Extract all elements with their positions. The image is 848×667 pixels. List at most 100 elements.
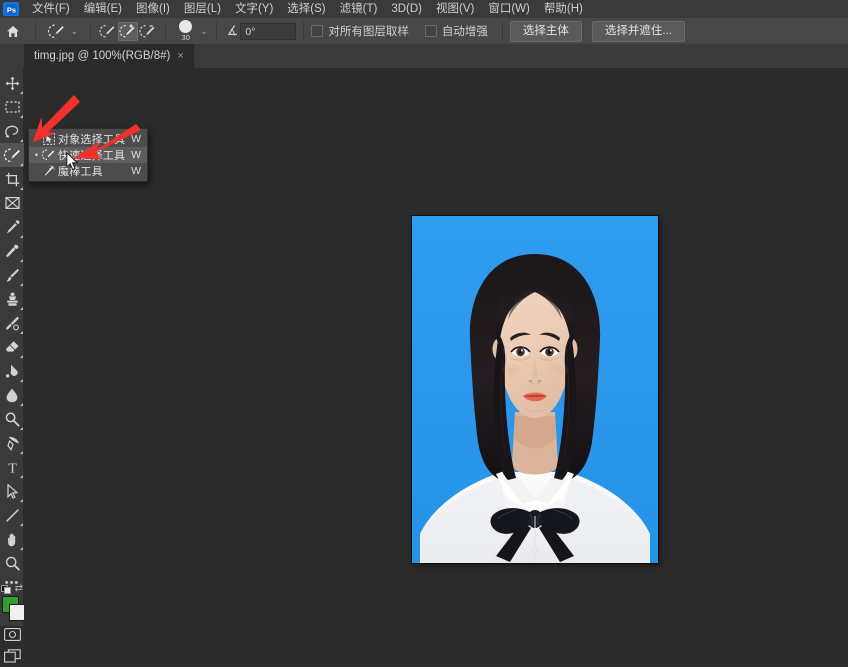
menu-window[interactable]: 窗口(W) — [481, 0, 537, 18]
brush-size-value: 30 — [181, 32, 190, 42]
clone-stamp-tool[interactable] — [0, 287, 24, 311]
sample-all-layers-checkbox[interactable]: 对所有图层取样 — [311, 23, 409, 39]
flyout-quick-selection-tool[interactable]: • 快速选择工具 W — [29, 147, 147, 163]
menu-file[interactable]: 文件(F) — [25, 0, 77, 18]
brush-picker-chevron-icon[interactable]: ⌄ — [199, 27, 210, 36]
tool-group-corner-icon — [19, 138, 23, 142]
flyout-shortcut: W — [131, 165, 141, 177]
tool-group-corner-icon — [19, 402, 23, 406]
chevron-down-icon: ⌄ — [71, 26, 78, 36]
tab-timg-jpg[interactable]: timg.jpg @ 100%(RGB/8#) × — [24, 44, 194, 68]
flyout-label: 对象选择工具 — [58, 134, 126, 146]
id-portrait-photo — [412, 216, 658, 563]
eyedropper-tool[interactable] — [0, 215, 24, 239]
auto-enhance-checkbox[interactable]: 自动增强 — [424, 23, 488, 39]
object-selection-tool-icon — [41, 133, 56, 145]
svg-text:Ps: Ps — [6, 5, 15, 14]
divider — [216, 22, 218, 40]
menu-edit[interactable]: 编辑(E) — [77, 0, 129, 18]
menu-select[interactable]: 选择(S) — [280, 0, 332, 18]
menu-3d[interactable]: 3D(D) — [384, 0, 429, 18]
menu-layer[interactable]: 图层(L) — [177, 0, 228, 18]
rectangular-marquee-tool[interactable] — [0, 95, 24, 119]
quick-selection-tool-icon — [46, 22, 66, 41]
path-selection-tool[interactable] — [0, 479, 24, 503]
close-icon[interactable]: × — [177, 50, 183, 62]
type-tool[interactable]: T — [0, 455, 24, 479]
tool-group-corner-icon — [19, 498, 23, 502]
crop-tool[interactable] — [0, 167, 24, 191]
divider — [501, 22, 503, 40]
blur-tool[interactable] — [0, 383, 24, 407]
tool-group-corner-icon — [19, 426, 23, 430]
tool-group-corner-icon — [19, 378, 23, 382]
tool-group-corner-icon — [19, 282, 23, 286]
divider — [35, 22, 36, 40]
brush-dot-icon — [179, 19, 193, 33]
dodge-tool[interactable] — [0, 407, 24, 431]
pen-tool[interactable] — [0, 431, 24, 455]
tool-group-corner-icon — [19, 162, 23, 166]
tool-group-corner-icon — [19, 450, 23, 454]
menu-view[interactable]: 视图(V) — [429, 0, 481, 18]
document-image[interactable] — [412, 216, 658, 563]
hand-tool[interactable] — [0, 527, 24, 551]
divider — [89, 22, 91, 40]
brush-tool[interactable] — [0, 263, 24, 287]
magic-wand-tool-icon — [41, 165, 56, 177]
document-tab-bar: timg.jpg @ 100%(RGB/8#) × — [0, 44, 848, 69]
menu-bar: Ps 文件(F) 编辑(E) 图像(I) 图层(L) 文字(Y) 选择(S) 滤… — [0, 0, 848, 19]
tools-panel: T ••• ⇄ — [0, 68, 26, 663]
default-background-icon — [4, 587, 11, 594]
select-subject-button[interactable]: 选择主体 — [509, 20, 582, 42]
menu-filter[interactable]: 滤镜(T) — [333, 0, 385, 18]
quick-mask-icon[interactable] — [0, 623, 24, 645]
divider — [164, 22, 166, 40]
tab-strip: timg.jpg @ 100%(RGB/8#) × — [24, 44, 194, 68]
options-bar: ⌄ 30 ⌄ ∡ 0° 对所有图层取样 自动增强 选择主体 选择并遮住... — [0, 18, 848, 45]
selected-bullet-icon: • — [34, 150, 39, 160]
spot-healing-brush-tool[interactable] — [0, 239, 24, 263]
select-and-mask-button[interactable]: 选择并遮住... — [591, 20, 685, 42]
default-colors-icon[interactable] — [1, 584, 11, 594]
brush-new-selection-icon[interactable] — [98, 22, 118, 41]
zoom-tool[interactable] — [0, 551, 24, 575]
quick-selection-tool[interactable] — [0, 143, 24, 167]
menu-help[interactable]: 帮助(H) — [537, 0, 590, 18]
home-button[interactable] — [6, 25, 20, 38]
eraser-tool[interactable] — [0, 335, 24, 359]
tool-group-corner-icon — [19, 522, 23, 526]
flyout-shortcut: W — [131, 133, 141, 145]
quick-selection-tool-flyout-menu[interactable]: 对象选择工具 W • 快速选择工具 W 魔棒工具 W — [28, 128, 148, 182]
screen-mode-icon[interactable] — [0, 645, 24, 667]
tool-group-corner-icon — [19, 186, 23, 190]
swap-colors-icon[interactable]: ⇄ — [15, 583, 23, 594]
tool-group-corner-icon — [19, 234, 23, 238]
tool-group-corner-icon — [19, 90, 23, 94]
lasso-tool[interactable] — [0, 119, 24, 143]
checkbox-box — [311, 25, 324, 37]
menu-type[interactable]: 文字(Y) — [228, 0, 280, 18]
color-swatches[interactable]: ⇄ — [0, 583, 26, 623]
flyout-magic-wand-tool[interactable]: 魔棒工具 W — [29, 163, 147, 179]
photoshop-window: Ps 文件(F) 编辑(E) 图像(I) 图层(L) 文字(Y) 选择(S) 滤… — [0, 0, 848, 663]
brush-subtract-selection-icon[interactable] — [138, 22, 158, 41]
move-tool[interactable] — [0, 71, 24, 95]
line-shape-tool[interactable] — [0, 503, 24, 527]
svg-text:T: T — [8, 461, 17, 474]
flyout-shortcut: W — [131, 149, 141, 161]
brush-add-selection-icon[interactable] — [117, 21, 138, 41]
history-brush-tool[interactable] — [0, 311, 24, 335]
quick-selection-tool-icon — [41, 149, 56, 161]
divider — [303, 22, 305, 40]
mouse-cursor — [66, 151, 79, 174]
tool-group-corner-icon — [19, 354, 23, 358]
frame-tool[interactable] — [0, 191, 24, 215]
brush-angle-input[interactable]: 0° — [240, 22, 297, 40]
flyout-object-selection-tool[interactable]: 对象选择工具 W — [29, 131, 147, 147]
brush-size-preview[interactable]: 30 — [173, 19, 199, 43]
ps-home-icon[interactable]: Ps — [3, 2, 19, 16]
tool-preset-picker[interactable]: ⌄ — [43, 20, 83, 43]
gradient-tool[interactable] — [0, 359, 24, 383]
menu-image[interactable]: 图像(I) — [129, 0, 177, 18]
